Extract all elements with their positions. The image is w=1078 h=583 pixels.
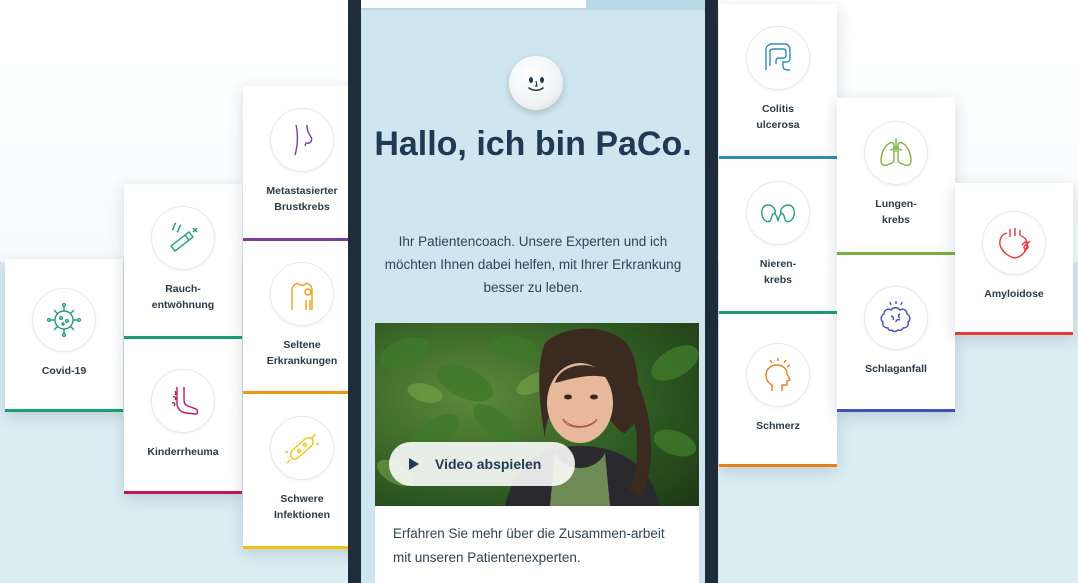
- topic-card-schwere-infektionen[interactable]: Schwere Infektionen: [243, 394, 361, 549]
- paco-face-icon: [528, 77, 544, 92]
- card-color-bar: [719, 464, 837, 467]
- bacteria-icon: [270, 416, 334, 481]
- card-label: Colitis ulcerosa: [756, 103, 800, 131]
- more-info-text: Erfahren Sie mehr über die Zusammen-arbe…: [375, 506, 699, 583]
- topic-card-rauchentwoehnung[interactable]: Rauch- entwöhnung: [124, 184, 242, 339]
- intestine-icon: [746, 26, 810, 91]
- card-color-bar: [5, 409, 123, 412]
- card-label: Lungen- krebs: [875, 198, 917, 226]
- card-label: Seltene Erkrankungen: [266, 339, 338, 367]
- phone-frame: Hallo, ich bin PaCo. Ihr Patientencoach.…: [348, 0, 718, 583]
- card-label: Kinderrheuma: [147, 445, 219, 458]
- topic-card-nierenkrebs[interactable]: Nieren- krebs: [719, 159, 837, 314]
- lungs-icon: [864, 121, 928, 186]
- greeting-title: Hallo, ich bin PaCo.: [374, 125, 692, 163]
- paco-avatar: [509, 56, 563, 110]
- intro-text: Ihr Patientencoach. Unsere Experten und …: [384, 234, 682, 295]
- play-video-button[interactable]: Video abspielen: [389, 442, 575, 486]
- card-label: Metastasierter Brustkrebs: [266, 185, 338, 213]
- play-icon: [409, 458, 419, 470]
- topic-card-seltene-erkrankungen[interactable]: Seltene Erkrankungen: [243, 241, 361, 394]
- card-label: Schwere Infektionen: [273, 493, 330, 521]
- topic-card-covid[interactable]: Covid-19: [5, 259, 123, 412]
- card-color-bar: [124, 491, 242, 494]
- virus-icon: [32, 287, 96, 352]
- phone-screen: Hallo, ich bin PaCo. Ihr Patientencoach.…: [361, 0, 705, 583]
- topic-card-lungenkrebs[interactable]: Lungen- krebs: [837, 98, 955, 255]
- topic-card-brustkrebs[interactable]: Metastasierter Brustkrebs: [243, 86, 361, 241]
- card-label: Rauch- entwöhnung: [151, 283, 215, 311]
- topic-card-colitis[interactable]: Colitis ulcerosa: [719, 4, 837, 159]
- card-label: Schmerz: [756, 419, 800, 432]
- card-color-bar: [837, 409, 955, 412]
- card-label: Covid-19: [41, 364, 87, 377]
- card-label: Schlaganfall: [865, 362, 927, 375]
- topic-card-amyloidose[interactable]: Amyloidose: [955, 183, 1073, 335]
- topic-card-schmerz[interactable]: Schmerz: [719, 314, 837, 467]
- card-color-bar: [243, 546, 361, 549]
- topic-card-schlaganfall[interactable]: Schlaganfall: [837, 255, 955, 412]
- kidney-icon: [746, 181, 810, 246]
- breast-icon: [270, 108, 334, 173]
- head-pain-icon: [746, 342, 810, 407]
- video-player[interactable]: Video abspielen: [375, 323, 699, 506]
- cigarette-icon: [151, 206, 215, 271]
- body-icon: [270, 262, 334, 327]
- card-label: Amyloidose: [984, 288, 1044, 301]
- brain-icon: [864, 285, 928, 350]
- card-label: Nieren- krebs: [759, 258, 797, 286]
- foot-icon: [151, 368, 215, 433]
- topic-card-kinderrheuma[interactable]: Kinderrheuma: [124, 339, 242, 494]
- screen-top-bar: [361, 0, 586, 8]
- heart-icon: [982, 211, 1046, 276]
- card-color-bar: [955, 332, 1073, 335]
- play-video-label: Video abspielen: [435, 456, 542, 472]
